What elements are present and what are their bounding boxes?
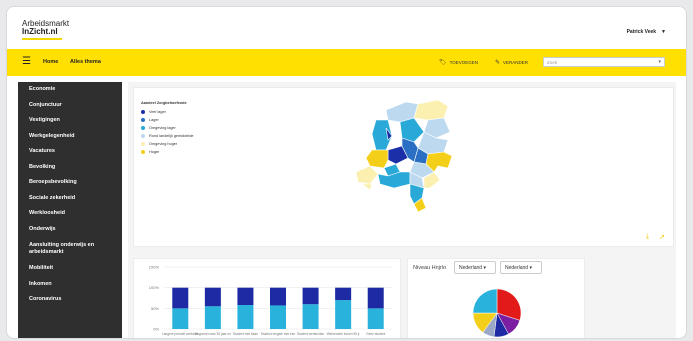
pie-chart-card: Niveau Hnjrlo Nederland ▾ Nederland ▾	[407, 258, 585, 338]
legend-label: Rond landelijk gemiddelde	[149, 134, 194, 138]
hamburger-menu-icon[interactable]: ☰	[22, 57, 31, 67]
bar-segment[interactable]	[335, 287, 352, 301]
pencil-icon: ✎	[495, 60, 501, 66]
legend-item: Veel lager	[141, 108, 194, 116]
logo-line2: InZicht.nl	[22, 27, 58, 36]
search-placeholder: Zoek	[547, 60, 558, 65]
verander-label: VERANDER	[503, 60, 529, 65]
share-icon[interactable]: ➚	[659, 233, 665, 241]
app-window: Arbeidsmarkt InZicht.nl Patrick Veek ▼ ☰ …	[6, 6, 687, 339]
site-logo[interactable]: Arbeidsmarkt InZicht.nl	[22, 20, 69, 40]
bar-segment[interactable]	[302, 304, 319, 329]
legend-swatch	[141, 110, 145, 114]
chevron-down-icon: ▼	[661, 29, 666, 35]
bar-segment[interactable]	[367, 308, 384, 329]
bar-segment[interactable]	[302, 287, 319, 305]
x-tick-label: Werkenden boven 55 jr	[327, 332, 361, 336]
toevoegen-label: TOEVOEGEN	[449, 60, 479, 65]
sidebar-item[interactable]: Conjunctuur	[18, 98, 122, 114]
x-tick-label: Student enigste met een	[261, 332, 296, 336]
legend-title: Aandeel Zorgbehoefende	[141, 101, 187, 105]
map-region[interactable]	[361, 183, 373, 191]
legend-label: Omgeving lager	[149, 126, 176, 130]
x-tick-label: Student met baan	[233, 332, 258, 336]
sidebar-item[interactable]: Aansluiting onderwijs en arbeidsmarkt	[18, 237, 122, 261]
legend-item: Omgeving lager	[141, 124, 194, 132]
search-input[interactable]: Zoek ▾	[543, 57, 665, 67]
sidebar-item[interactable]: Werkgelegenheid	[18, 129, 122, 145]
x-tick-label: Student werkenden	[297, 332, 325, 336]
nav-home-link[interactable]: Home	[43, 59, 58, 65]
y-tick-label: 50%	[151, 306, 159, 311]
sidebar-item[interactable]: Bevolking	[18, 160, 122, 176]
map-card: Aandeel Zorgbehoefende Veel lager Lager Om…	[133, 87, 674, 247]
legend-item: Lager	[141, 116, 194, 124]
sidebar-item[interactable]: Coronavirus	[18, 292, 122, 308]
sidebar-item[interactable]: Beroepsbevolking	[18, 175, 122, 191]
map-legend: Aandeel Zorgbehoefende Veel lager Lager Om…	[141, 101, 194, 156]
region-dropdown-2[interactable]: Nederland ▾	[500, 261, 542, 274]
region-dropdown-1[interactable]: Nederland ▾	[454, 261, 496, 274]
legend-swatch	[141, 118, 145, 122]
x-tick-label: Geen student	[366, 332, 385, 336]
legend-item: Rond landelijk gemiddelde	[141, 132, 194, 140]
bar-segment[interactable]	[270, 287, 286, 306]
bar-segment[interactable]	[172, 308, 189, 329]
sidebar-item[interactable]: Economie	[18, 82, 122, 98]
legend-swatch	[141, 126, 145, 130]
pie-slice[interactable]	[472, 288, 498, 314]
legend-label: Hoger	[149, 150, 160, 154]
legend-label: Lager	[149, 118, 159, 122]
legend-swatch	[141, 150, 145, 154]
bar-segment[interactable]	[367, 287, 384, 309]
bar-segment[interactable]	[270, 305, 286, 329]
x-tick-label: Begonnen aan 35 jaar en	[195, 332, 231, 336]
legend-label: Omgeving hoger	[149, 142, 178, 146]
legend-item: Hoger	[141, 148, 194, 156]
bar-chart-card: 0% 50% 100% 150% Langere periode werkloos Beg…	[133, 258, 401, 338]
bar-segment[interactable]	[204, 306, 221, 329]
map-region[interactable]	[365, 149, 389, 169]
bar-segment[interactable]	[237, 287, 254, 306]
map-region[interactable]	[355, 165, 379, 185]
bar-segment[interactable]	[204, 287, 221, 307]
y-tick-label: 100%	[149, 285, 160, 290]
user-name: Patrick Veek	[626, 29, 657, 35]
pie-chart-label: Niveau Hnjrlo	[413, 265, 447, 271]
map-region[interactable]	[377, 171, 411, 189]
sidebar-item[interactable]: Sociale zekerheid	[18, 191, 122, 207]
download-icon[interactable]: ⤓	[646, 233, 649, 241]
map-region[interactable]	[413, 99, 449, 121]
sidebar: Economie Conjunctuur Vestigingen Werkgelege…	[18, 82, 122, 338]
pie-chart	[472, 288, 522, 338]
legend-item: Omgeving hoger	[141, 140, 194, 148]
verander-button[interactable]: ✎ VERANDER	[495, 59, 528, 66]
legend-label: Veel lager	[149, 110, 166, 114]
toevoegen-button[interactable]: 🏷 TOEVOEGEN	[439, 59, 478, 66]
sidebar-item[interactable]: Vestigingen	[18, 113, 122, 129]
legend-swatch	[141, 142, 145, 146]
bar-segment[interactable]	[335, 300, 352, 329]
netherlands-map[interactable]	[348, 92, 468, 212]
bar-chart: 0% 50% 100% 150% Langere periode werkloosBeg…	[149, 265, 392, 336]
main-navbar: ☰ Home Alles thema 🏷 TOEVOEGEN ✎ VERANDER …	[7, 49, 686, 76]
legend-swatch	[141, 134, 145, 138]
top-header: Arbeidsmarkt InZicht.nl Patrick Veek ▼	[7, 7, 686, 49]
main-content: Aandeel Zorgbehoefende Veel lager Lager Om…	[128, 82, 676, 338]
sidebar-item[interactable]: Mobiliteit	[18, 261, 122, 277]
user-menu[interactable]: Patrick Veek ▼	[627, 29, 666, 35]
logo-underline	[22, 38, 62, 40]
chevron-down-icon: ▾	[658, 59, 661, 65]
bar-segment[interactable]	[237, 305, 254, 329]
sidebar-item[interactable]: Vacatures	[18, 144, 122, 160]
x-tick-label: Langere periode werkloos	[162, 332, 199, 336]
y-tick-label: 150%	[149, 265, 160, 270]
sidebar-item[interactable]: Werkloosheid	[18, 206, 122, 222]
sidebar-item[interactable]: Onderwijs	[18, 222, 122, 238]
tag-icon: 🏷	[439, 60, 447, 66]
bar-segment[interactable]	[172, 287, 189, 309]
y-tick-label: 0%	[153, 327, 159, 332]
sidebar-item[interactable]: Inkomen	[18, 277, 122, 293]
nav-alles-thema-link[interactable]: Alles thema	[70, 59, 101, 65]
